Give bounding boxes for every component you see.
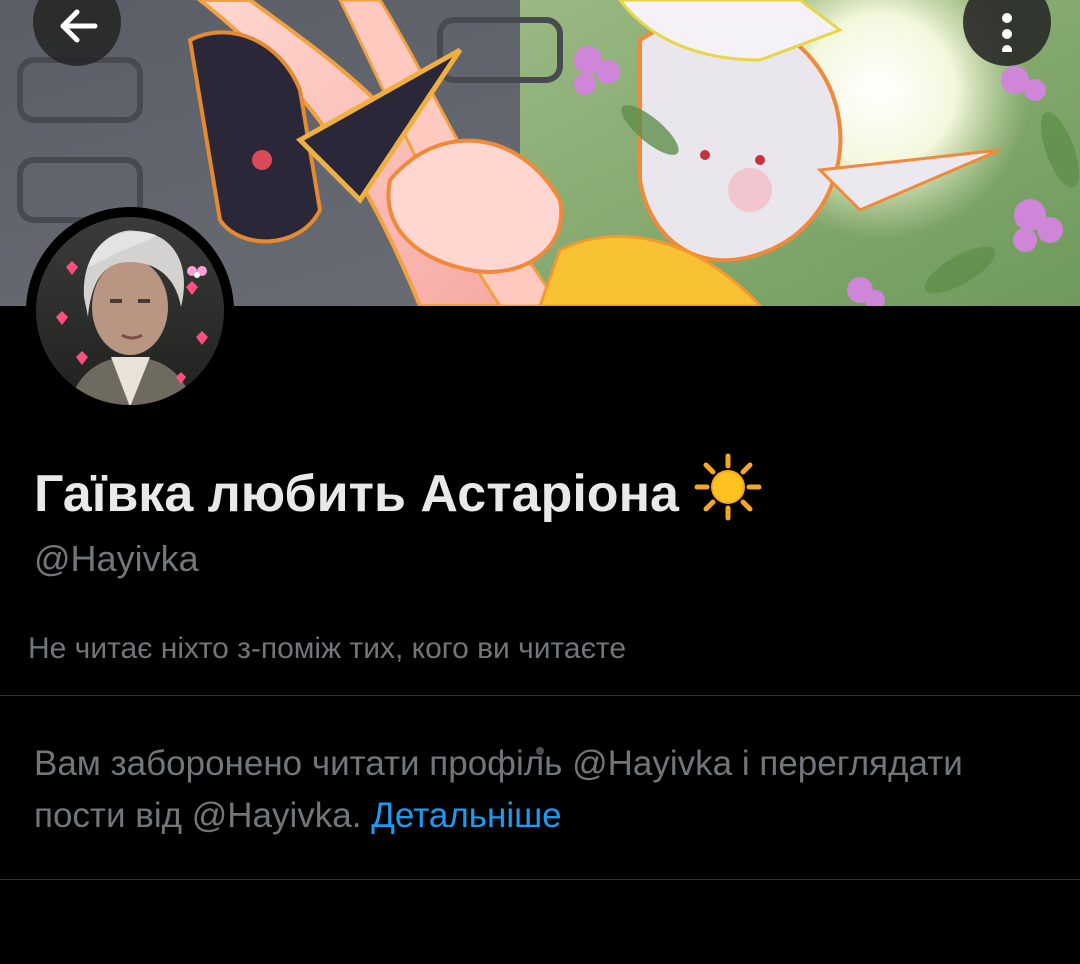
divider — [0, 879, 1080, 880]
arrow-left-icon — [60, 9, 98, 43]
profile-handle: @Hayivka — [34, 538, 199, 579]
followers-you-know[interactable]: Не читає ніхто з-поміж тих, кого ви чита… — [28, 632, 626, 666]
more-vertical-icon — [1002, 13, 1012, 52]
avatar[interactable] — [26, 207, 234, 415]
learn-more-link[interactable]: Детальніше — [371, 796, 561, 835]
divider — [0, 695, 1080, 696]
scroll-indicator-dot — [536, 747, 544, 755]
display-name: Гаївка любить Астаріона — [34, 452, 763, 535]
display-name-text: Гаївка любить Астаріона — [34, 464, 679, 523]
sun-emoji-icon — [693, 452, 763, 535]
blocked-notice: Вам заборонено читати профіль @Hayivka і… — [34, 738, 1034, 842]
avatar-image — [36, 217, 224, 405]
